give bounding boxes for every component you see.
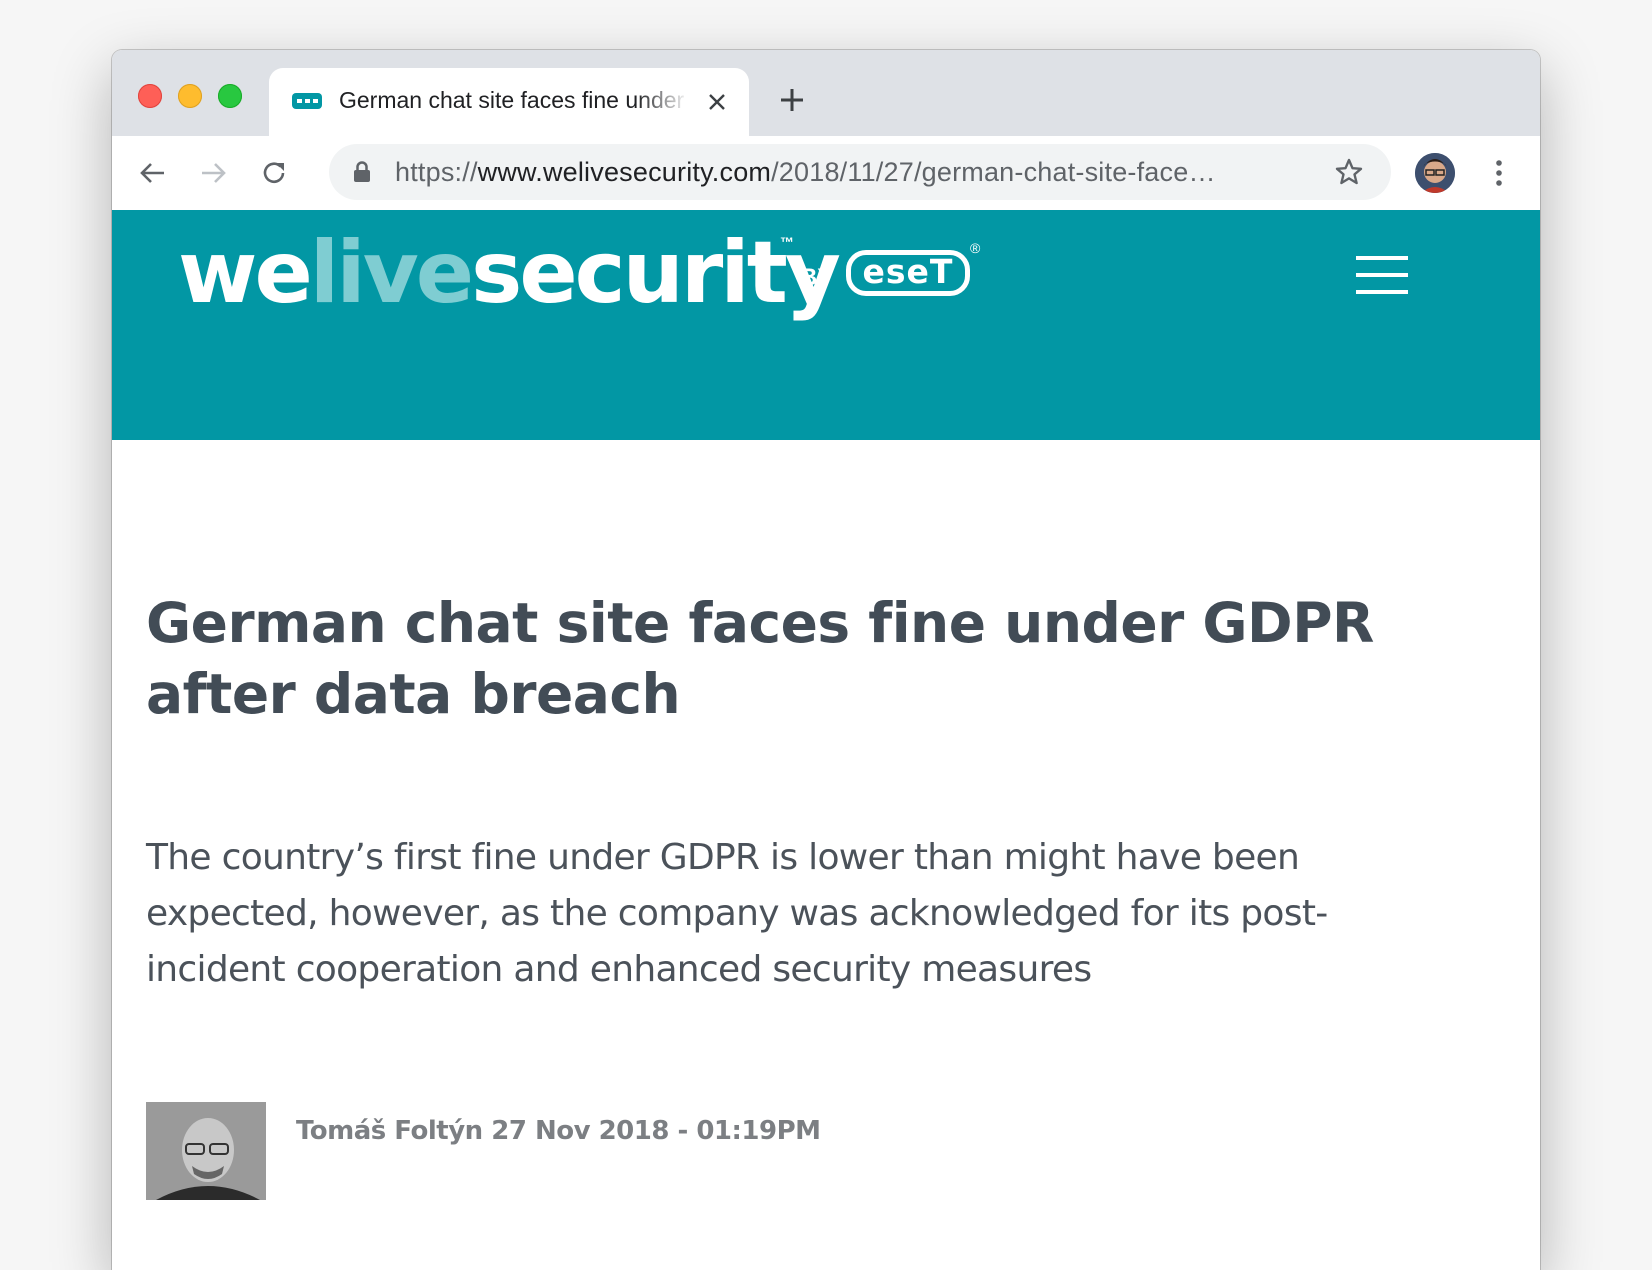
- url-path: /2018/11/27/german-chat-site-face…: [771, 157, 1216, 187]
- hamburger-line: [1356, 256, 1408, 260]
- browser-toolbar: https://www.welivesecurity.com/2018/11/2…: [112, 136, 1540, 210]
- hamburger-menu-icon[interactable]: [1356, 256, 1408, 294]
- url-text: https://www.welivesecurity.com/2018/11/2…: [395, 157, 1295, 188]
- close-window-button[interactable]: [138, 84, 162, 108]
- author-photo[interactable]: [146, 1102, 266, 1200]
- registered-mark: ®: [970, 240, 981, 256]
- trademark-mark: ™: [780, 234, 794, 250]
- logo-we: we: [178, 223, 313, 323]
- maximize-window-button[interactable]: [218, 84, 242, 108]
- hamburger-line: [1356, 273, 1408, 277]
- tab-title: German chat site faces fine under GDPR a…: [339, 87, 689, 113]
- browser-menu-icon[interactable]: [1494, 158, 1504, 188]
- logo-live: live: [309, 223, 474, 323]
- bookmark-star-icon[interactable]: [1333, 156, 1365, 188]
- site-logo[interactable]: welivesecurity: [178, 218, 841, 328]
- article-headline: German chat site faces fine under GDPR a…: [146, 591, 1374, 726]
- author-photo-image: [146, 1102, 266, 1200]
- article-standfirst: The country’s first fine under GDPR is l…: [146, 837, 1328, 990]
- tab-bar: German chat site faces fine under GDPR a…: [112, 50, 1540, 136]
- minimize-window-button[interactable]: [178, 84, 202, 108]
- browser-window: German chat site faces fine under GDPR a…: [112, 50, 1540, 1270]
- back-arrow-icon[interactable]: [136, 156, 170, 190]
- profile-avatar-image: [1415, 153, 1455, 193]
- favicon-icon: [292, 93, 322, 109]
- site-header: welivesecurity ™ BY eseT ®: [112, 210, 1540, 440]
- profile-avatar[interactable]: [1415, 153, 1455, 193]
- lock-icon[interactable]: [353, 161, 371, 183]
- logo-by-label: BY: [800, 264, 834, 291]
- eset-logo: eseT: [846, 250, 970, 296]
- url-host: www.welivesecurity.com: [477, 157, 772, 187]
- new-tab-icon[interactable]: [776, 84, 808, 116]
- article-byline: Tomáš Foltýn 27 Nov 2018 - 01:19PM: [296, 1116, 821, 1146]
- browser-tab-active[interactable]: German chat site faces fine under GDPR a…: [269, 68, 749, 136]
- close-tab-icon[interactable]: [705, 90, 729, 114]
- url-scheme: https://: [395, 157, 478, 187]
- reload-icon[interactable]: [257, 156, 291, 190]
- address-bar[interactable]: https://www.welivesecurity.com/2018/11/2…: [329, 144, 1391, 200]
- hamburger-line: [1356, 290, 1408, 294]
- forward-arrow-icon[interactable]: [196, 156, 230, 190]
